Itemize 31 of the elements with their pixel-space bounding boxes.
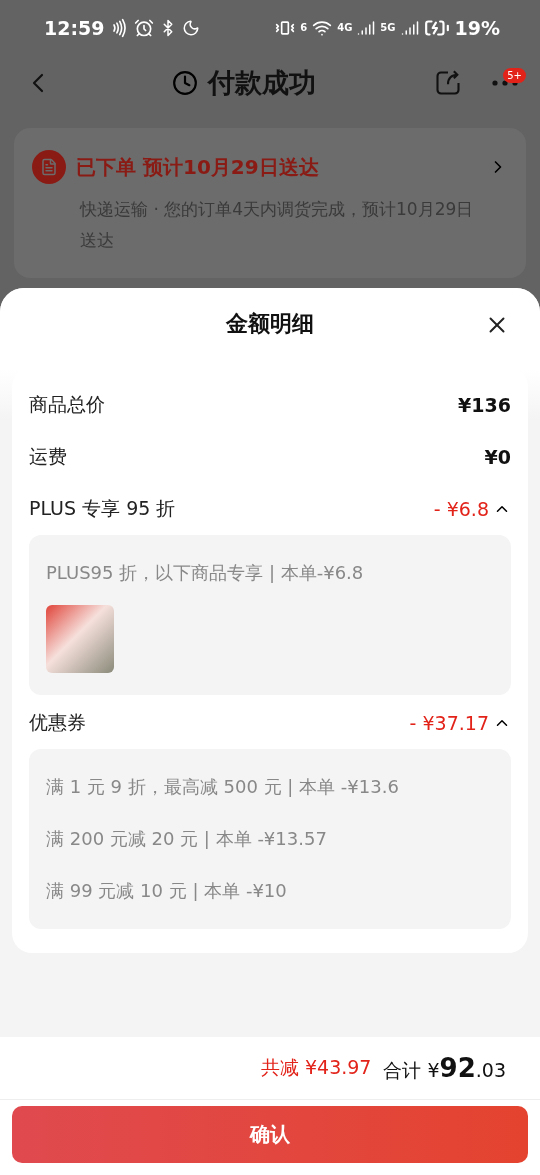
signal-icon (400, 18, 419, 37)
signal-icon (357, 18, 376, 37)
amount-label: 商品总价 (29, 392, 105, 417)
alarm-icon (134, 17, 155, 38)
wifi-label: 6 (300, 22, 308, 33)
total-amount: 合计 ¥92.03 (383, 1052, 506, 1084)
discount-detail: 满 200 元减 20 元 | 本单 -¥13.57 (46, 827, 328, 851)
amount-value: ¥136 (458, 394, 511, 416)
order-icon (32, 150, 66, 184)
total-discount: 共减 ¥43.97 (260, 1055, 372, 1080)
clock-time: 12:59 (44, 16, 105, 39)
confirm-button[interactable]: 确认 (12, 1106, 528, 1163)
moon-icon (182, 18, 201, 37)
order-status: 已下单 预计10月29日送达 (76, 153, 320, 181)
discount-detail: 满 99 元减 10 元 | 本单 -¥10 (46, 879, 288, 903)
amount-value: - ¥37.17 (409, 712, 489, 734)
discount-detail: PLUS95 折，以下商品专享 | 本单-¥6.8 (46, 561, 365, 585)
amount-value: ¥0 (484, 446, 511, 468)
network-label: 5G (380, 22, 396, 33)
notification-badge: 5+ (503, 68, 526, 83)
sheet-title: 金额明细 (226, 310, 314, 338)
share-button[interactable] (434, 69, 462, 97)
page-title: 付款成功 (208, 66, 316, 100)
clock-icon (172, 70, 198, 96)
network-label: 4G (337, 22, 353, 33)
battery-percent: 19% (454, 16, 500, 39)
amount-label: 运费 (29, 444, 67, 469)
amount-label: PLUS 专享 95 折 (29, 496, 176, 521)
amount-label: 优惠券 (29, 710, 86, 735)
amount-value: - ¥6.8 (433, 498, 489, 520)
discount-detail: 满 1 元 9 折，最高减 500 元 | 本单 -¥13.6 (46, 775, 400, 799)
